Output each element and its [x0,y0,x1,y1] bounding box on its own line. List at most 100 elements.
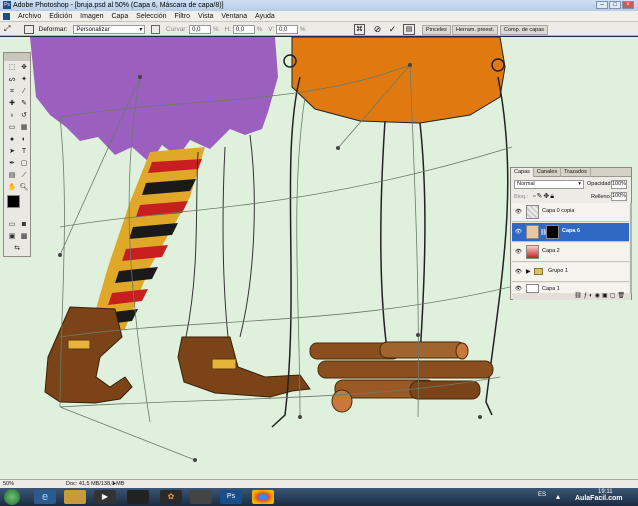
shape-tool-icon[interactable]: ▢ [19,159,29,169]
internet-explorer-icon[interactable]: e [34,490,56,504]
history-brush-tool-icon[interactable]: ↺ [19,111,29,121]
document-icon[interactable] [3,12,10,20]
menu-capa[interactable]: Capa [111,11,128,22]
tray-arrow-icon[interactable]: ▴ [556,492,560,501]
tab-capas[interactable]: Capas [511,168,534,177]
layer-mask-thumbnail[interactable] [546,225,559,239]
window-title: Adobe Photoshop - [bruja.psd al 50% (Cap… [13,2,224,9]
dodge-tool-icon[interactable]: ◐ [19,135,29,145]
eye-icon[interactable]: 👁︎ [515,269,522,275]
expand-triangle-icon[interactable]: ▶ [526,268,531,275]
warp-mode-icon[interactable] [23,24,34,34]
witch-dress [30,37,278,163]
menu-edicion[interactable]: Edición [49,11,72,22]
warp-style-value: Personalizar [76,26,110,33]
layer-row-capa-0-copia[interactable]: 👁︎ Capa 0 copia [512,203,629,222]
gallery-icon[interactable] [127,490,149,504]
menu-archivo[interactable]: Archivo [18,11,41,22]
tab-pinceles[interactable]: Pinceles [422,25,451,35]
marquee-tool-icon[interactable]: ⬚ [7,63,17,73]
layers-footer-buttons[interactable]: ⛓ƒ◐◉▣▢🗑︎ [513,293,631,300]
menu-filtro[interactable]: Filtro [174,11,190,22]
eye-icon[interactable]: 👁︎ [515,209,522,215]
tab-trazados[interactable]: Trazados [561,168,591,177]
tab-herram-preest[interactable]: Herram. preest. [452,25,499,35]
close-button[interactable]: × [622,1,634,9]
chrome-icon[interactable] [252,490,274,504]
transform-tool-icon[interactable]: ⤢ [4,22,18,36]
toolbox-grip[interactable] [4,53,30,61]
type-tool-icon[interactable]: T [19,147,29,157]
layers-scrollbar[interactable] [630,203,632,293]
minimize-button[interactable]: – [596,1,608,9]
camera-app-icon[interactable] [190,490,212,504]
chevron-down-icon: ▾ [139,26,143,33]
blend-mode-select[interactable]: Normal ▾ [514,180,584,189]
path-selection-tool-icon[interactable]: ➤ [7,147,17,157]
media-player-icon[interactable]: ▶ [94,490,116,504]
layer-row-capa-6[interactable]: 👁︎ ⛓︎ Capa 6 [512,223,629,242]
layer-name: Capa 6 [562,228,581,234]
eye-icon[interactable]: 👁︎ [515,286,522,292]
layer-thumbnail [526,205,539,219]
menu-ventana[interactable]: Ventana [221,11,247,22]
tab-comp-capas[interactable]: Comp. de capas [500,25,549,35]
notes-tool-icon[interactable]: ▤ [7,171,17,181]
cauldron-leg [419,122,426,356]
brush-tool-icon[interactable]: ✎ [19,99,29,109]
start-button[interactable] [4,489,20,505]
folder-icon[interactable] [64,490,86,504]
eraser-tool-icon[interactable]: ▭ [7,123,17,133]
hand-tool-icon[interactable]: ✋ [7,183,17,193]
healing-brush-tool-icon[interactable]: ✚ [7,99,17,109]
pen-tool-icon[interactable]: ✒ [7,159,17,169]
opacity-input[interactable]: 100% [611,180,627,189]
curvar-input[interactable]: 0,0 [189,24,212,34]
eye-icon[interactable]: 👁︎ [515,249,522,255]
eyedropper-tool-icon[interactable]: ⟋ [19,171,29,181]
screen-mode-icon[interactable]: ▣ [7,232,17,242]
photoshop-taskbar-icon[interactable]: Ps [220,490,242,504]
layers-panel: Capas Canales Trazados Normal ▾ Opacidad: 1… [510,167,632,300]
language-indicator[interactable]: ES [538,492,546,498]
layer-row-capa-2[interactable]: 👁︎ Capa 2 [512,243,629,262]
cancel-transform-icon[interactable]: ⊘ [372,24,383,35]
foreground-color-swatch[interactable] [7,195,20,208]
full-screen-icon[interactable]: ▩ [19,232,29,242]
clone-stamp-tool-icon[interactable]: ♁ [7,111,17,121]
h-input[interactable]: 0,0 [232,24,255,34]
lasso-tool-icon[interactable]: ᔕ [7,75,17,85]
toolbox-panel: ⬚ ✥ ᔕ ✦ ⌗ ⁄ ✚ ✎ ♁ ↺ ▭ ▦ ● ◐ ➤ T ✒ ▢ ▤ ⟋ … [3,52,31,257]
crop-tool-icon[interactable]: ⌗ [7,87,17,97]
standard-mode-icon[interactable]: ▭ [7,220,17,230]
move-tool-icon[interactable]: ✥ [19,63,29,73]
cauldron-leg [380,120,389,358]
magic-wand-tool-icon[interactable]: ✦ [19,75,29,85]
jump-to-imageready-icon[interactable]: ⇆ [12,244,22,254]
menu-vista[interactable]: Vista [198,11,213,22]
quick-mask-icon[interactable]: ◙ [19,220,29,230]
layer-row-grupo-1[interactable]: 👁︎ ▶ Grupo 1 [512,263,629,282]
blur-tool-icon[interactable]: ● [7,135,17,145]
zoom-tool-icon[interactable]: 🔍︎ [19,183,29,193]
warp-toggle-icon[interactable]: ⌘ [354,24,365,35]
chevron-down-icon: ▾ [578,181,581,187]
paint-app-icon[interactable]: ✿ [160,490,182,504]
commit-transform-icon[interactable]: ✓ [387,24,398,35]
warp-style-select[interactable]: Personalizar ▾ [73,24,146,34]
v-input[interactable]: 0,0 [275,24,298,34]
palette-well-icon[interactable]: ▤ [403,24,415,35]
lock-icons[interactable]: ▫✎✥🔒︎ [533,192,555,201]
cauldron [291,37,506,124]
eye-icon[interactable]: 👁︎ [515,229,522,235]
maximize-button[interactable]: □ [609,1,621,9]
tab-canales[interactable]: Canales [534,168,562,177]
menu-seleccion[interactable]: Selección [136,11,166,22]
gradient-tool-icon[interactable]: ▦ [19,123,29,133]
slice-tool-icon[interactable]: ⁄ [19,87,29,97]
menu-ayuda[interactable]: Ayuda [255,11,275,22]
h-label: H: [224,26,232,33]
menu-imagen[interactable]: Imagen [80,11,103,22]
orientation-icon[interactable] [151,24,161,34]
fill-input[interactable]: 100% [611,192,627,201]
